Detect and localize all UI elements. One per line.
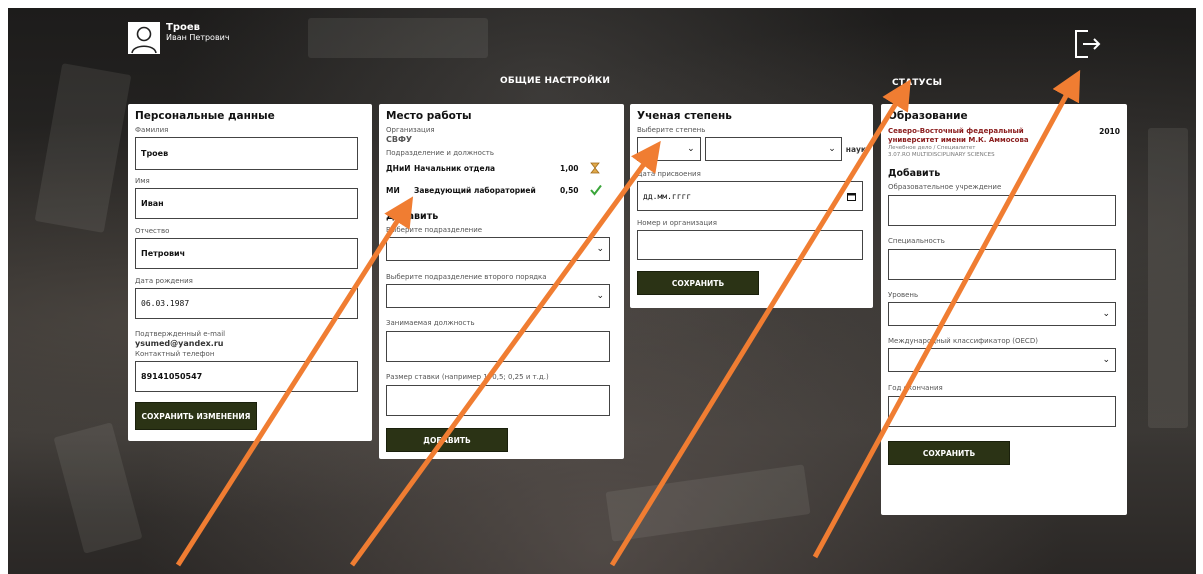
position-row: ДНиИ Начальник отдела 1,00 [386, 159, 617, 177]
work-add-title: Добавить [386, 211, 439, 222]
degree-select[interactable]: ⌄ [637, 137, 701, 161]
patronymic-label: Отчество [135, 227, 170, 235]
surname-input[interactable]: Троев [135, 137, 358, 170]
chevron-down-icon: ⌄ [1102, 355, 1110, 365]
academic-degree-card: Ученая степень Выберите степень ⌄ ⌄ наук… [630, 104, 873, 308]
education-entry-year: 2010 [1099, 127, 1120, 136]
dept-select[interactable]: ⌄ [386, 237, 610, 261]
education-card: Образование Северо-Восточный федеральный… [881, 104, 1127, 515]
email-value: ysumed@yandex.ru [135, 339, 224, 348]
logout-icon[interactable] [1072, 28, 1104, 60]
add-position-button[interactable]: ДОБАВИТЬ [386, 428, 508, 452]
chevron-down-icon: ⌄ [687, 144, 695, 154]
patronymic-input[interactable]: Петрович [135, 238, 358, 269]
education-save-button[interactable]: СОХРАНИТЬ [888, 441, 1010, 465]
birth-date-value: 06.03.1987 [141, 299, 190, 308]
level-select[interactable]: ⌄ [888, 302, 1116, 326]
degree-field-select[interactable]: ⌄ [704, 137, 842, 161]
rate-value: 0,50 [560, 185, 579, 195]
name-input[interactable]: Иван [135, 188, 358, 219]
chevron-down-icon: ⌄ [596, 291, 604, 301]
position-name: Заведующий лабораторией [414, 185, 536, 195]
birth-label: Дата рождения [135, 277, 193, 285]
user-header: Троев Иван Петрович [128, 22, 230, 54]
chevron-down-icon: ⌄ [828, 144, 836, 154]
institution-input[interactable] [888, 195, 1116, 226]
oecd-label: Международный классификатор (OECD) [888, 337, 1038, 345]
user-icon [131, 26, 157, 54]
avatar[interactable] [128, 22, 160, 54]
save-changes-button[interactable]: СОХРАНИТЬ ИЗМЕНЕНИЯ [135, 402, 257, 430]
chevron-down-icon: ⌄ [1102, 309, 1110, 319]
degree-number-input[interactable] [637, 230, 863, 260]
position-input[interactable] [386, 331, 610, 362]
dept-select-label: Выберите подразделение [386, 226, 483, 234]
degree-date-input[interactable]: дд.мм.гггг [637, 181, 863, 211]
surname-label: Фамилия [135, 126, 169, 134]
personal-title: Персональные данные [135, 110, 275, 122]
hourglass-icon [590, 162, 600, 174]
calendar-icon[interactable] [847, 192, 856, 201]
work-place-card: Место работы Организация СВФУ Подразделе… [379, 104, 624, 459]
education-title: Образование [888, 110, 968, 122]
degree-date-label: Дата присвоения [637, 170, 701, 178]
dept2-select-label: Выберите подразделение второго порядка [386, 273, 547, 281]
dept-position-label: Подразделение и должность [386, 149, 495, 157]
personal-data-card: Персональные данные Фамилия Троев Имя Ив… [128, 104, 372, 441]
dept2-select[interactable]: ⌄ [386, 284, 610, 308]
education-entry-sub: Лечебное дело / Специалитет [888, 145, 976, 151]
name-label: Имя [135, 177, 150, 185]
chevron-down-icon: ⌄ [596, 244, 604, 254]
grad-year-input[interactable] [888, 396, 1116, 427]
degree-date-placeholder: дд.мм.гггг [643, 191, 692, 201]
email-label: Подтвержденный e-mail [135, 330, 226, 338]
education-add-title: Добавить [888, 168, 941, 179]
section-general-title: ОБЩИЕ НАСТРОЙКИ [500, 76, 611, 86]
check-icon [590, 184, 602, 196]
phone-input[interactable]: 89141050547 [135, 361, 358, 392]
degree-save-button[interactable]: СОХРАНИТЬ [637, 271, 759, 295]
oecd-select[interactable]: ⌄ [888, 348, 1116, 372]
position-name: Начальник отдела [414, 163, 496, 173]
specialty-input[interactable] [888, 249, 1116, 280]
degree-number-label: Номер и организация [637, 219, 717, 227]
user-fullname: Иван Петрович [166, 33, 230, 42]
org-label: Организация [386, 126, 435, 134]
user-surname: Троев [166, 22, 200, 33]
position-row: МИ Заведующий лабораторией 0,50 [386, 181, 617, 199]
section-statuses-title: СТАТУСЫ [892, 78, 943, 88]
level-label: Уровень [888, 291, 919, 299]
org-value: СВФУ [386, 135, 413, 144]
education-entry-name: Северо-Восточный федеральный университет… [888, 127, 1029, 144]
education-entry: Северо-Восточный федеральный университет… [888, 127, 1120, 144]
rate-value: 1,00 [560, 163, 579, 173]
rate-label: Размер ставки (например 1; 0,5; 0,25 и т… [386, 373, 549, 381]
degree-suffix: наук [845, 144, 866, 154]
dept-code: ДНиИ [386, 163, 411, 173]
degree-select-label: Выберите степень [637, 126, 706, 134]
position-label: Занимаемая должность [386, 319, 475, 327]
work-title: Место работы [386, 110, 472, 122]
education-entry-field: 3.07.RO MULTIDISCIPLINARY SCIENCES [888, 152, 995, 158]
rate-input[interactable] [386, 385, 610, 416]
grad-year-label: Год окончания [888, 384, 943, 392]
degree-title: Ученая степень [637, 110, 732, 122]
specialty-label: Специальность [888, 237, 945, 245]
phone-label: Контактный телефон [135, 350, 215, 358]
birth-date-input[interactable]: 06.03.1987 [135, 288, 358, 319]
dept-code: МИ [386, 185, 400, 195]
institution-label: Образовательное учреждение [888, 183, 1002, 191]
